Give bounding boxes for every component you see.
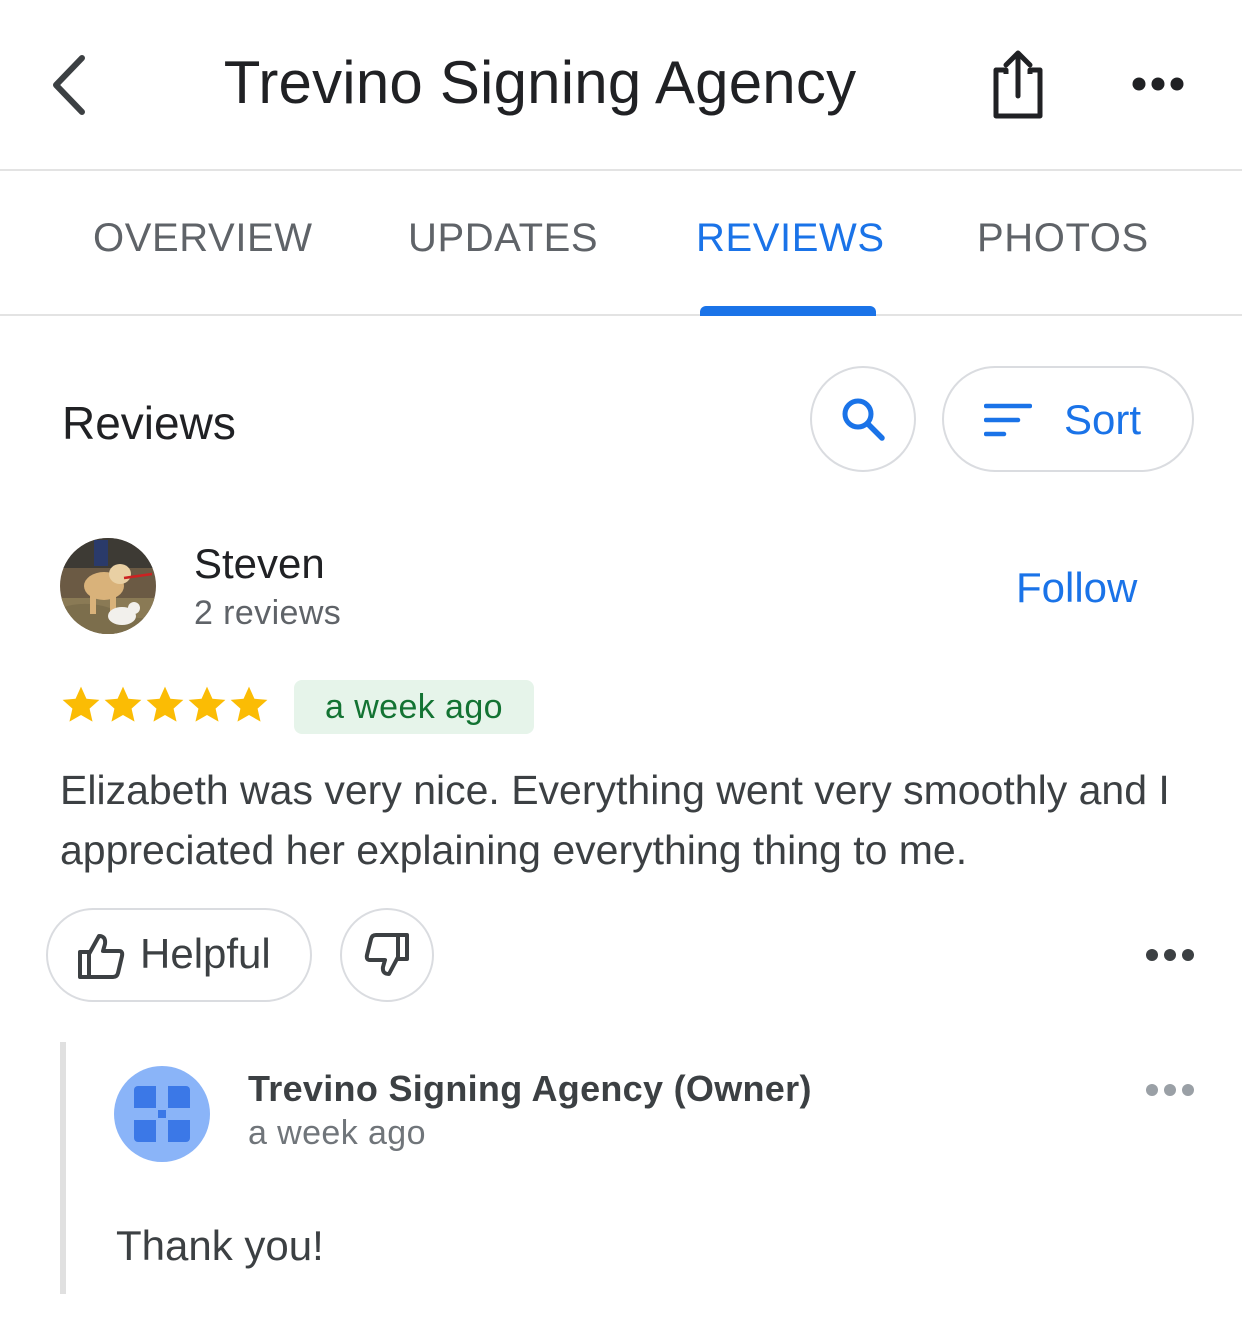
reviewer-review-count: 2 reviews (194, 594, 342, 632)
owner-name: Trevino Signing Agency (Owner) (248, 1068, 812, 1109)
review-date-badge: a week ago (294, 680, 534, 734)
sort-lines-icon (984, 403, 1032, 437)
star-icon (104, 686, 142, 722)
tab-bar: OVERVIEW UPDATES REVIEWS PHOTOS (0, 172, 1242, 316)
back-button[interactable] (40, 50, 96, 120)
helpful-label: Helpful (140, 930, 271, 977)
thumbs-down-icon (364, 933, 409, 976)
tab-overview[interactable]: OVERVIEW (93, 216, 313, 261)
search-reviews-button[interactable] (810, 366, 916, 472)
owner-response-text: Thank you! (116, 1222, 324, 1269)
share-icon (993, 50, 1043, 119)
thumbs-up-icon (78, 934, 125, 979)
reviews-heading: Reviews (62, 397, 236, 449)
tab-reviews[interactable]: REVIEWS (696, 216, 885, 261)
follow-button[interactable]: Follow (1016, 564, 1137, 612)
reviewer-name[interactable]: Steven (194, 540, 325, 588)
more-horizontal-icon (1146, 949, 1194, 961)
more-horizontal-icon (1146, 1084, 1194, 1096)
reviewer-avatar[interactable] (60, 538, 156, 634)
sort-button[interactable]: Sort (942, 366, 1194, 472)
share-button[interactable] (988, 48, 1048, 122)
owner-avatar (114, 1066, 210, 1162)
star-icon (188, 686, 226, 722)
owner-response-time: a week ago (248, 1114, 426, 1152)
sort-label: Sort (1064, 396, 1142, 443)
more-options-button[interactable] (1126, 62, 1190, 106)
top-app-bar: Trevino Signing Agency (0, 0, 1242, 171)
more-horizontal-icon (1132, 77, 1184, 91)
star-icon (146, 686, 184, 722)
star-rating (60, 684, 270, 726)
review-text: Elizabeth was very nice. Everything went… (60, 767, 1170, 873)
star-icon (230, 686, 268, 722)
tab-updates[interactable]: UPDATES (408, 216, 598, 261)
helpful-button[interactable]: Helpful (46, 908, 312, 1002)
not-helpful-button[interactable] (340, 908, 434, 1002)
review-more-button[interactable] (1140, 938, 1200, 972)
page-title: Trevino Signing Agency (223, 49, 857, 116)
response-divider (60, 1042, 66, 1294)
business-logo-icon (134, 1086, 190, 1142)
owner-response-more-button[interactable] (1140, 1074, 1200, 1106)
tab-photos[interactable]: PHOTOS (977, 216, 1149, 261)
chevron-left-icon (53, 55, 85, 115)
dog-photo-icon (60, 538, 156, 634)
search-icon (842, 398, 885, 441)
active-tab-indicator (700, 306, 876, 316)
star-icon (62, 686, 100, 722)
